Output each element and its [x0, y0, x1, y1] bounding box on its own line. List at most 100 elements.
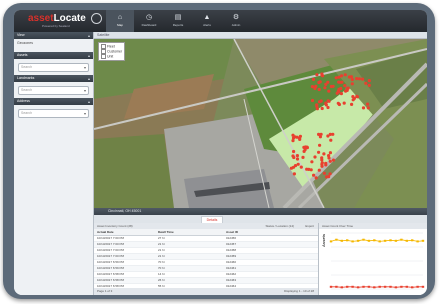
asset-marker[interactable] [322, 152, 326, 156]
asset-marker[interactable] [310, 160, 314, 164]
asset-marker[interactable] [292, 149, 296, 154]
asset-marker[interactable] [350, 77, 354, 82]
chart-point[interactable] [362, 238, 365, 241]
column-header[interactable]: Dwell Time [158, 229, 188, 235]
asset-marker[interactable] [328, 151, 332, 155]
asset-marker[interactable] [318, 143, 322, 147]
asset-marker[interactable] [334, 76, 338, 80]
landmarks-search-input[interactable]: Search ▾ [18, 86, 89, 95]
column-header[interactable]: Actual Date [97, 229, 137, 235]
asset-marker[interactable] [312, 173, 316, 177]
asset-marker[interactable] [350, 102, 354, 106]
chart-point[interactable] [335, 285, 338, 288]
chart-point[interactable] [367, 285, 371, 288]
chart-point[interactable] [356, 286, 360, 289]
asset-marker[interactable] [367, 83, 371, 87]
chart-point[interactable] [335, 238, 338, 241]
nav-tab-admin[interactable]: ⚙ Admin [222, 10, 250, 32]
asset-marker[interactable] [293, 164, 298, 168]
asset-marker[interactable] [301, 155, 305, 159]
assets-search-input[interactable]: Search ▾ [18, 63, 89, 72]
chart-point[interactable] [383, 239, 387, 242]
asset-marker[interactable] [295, 157, 300, 161]
asset-marker[interactable] [317, 150, 321, 154]
asset-marker[interactable] [292, 155, 296, 160]
chart-point[interactable] [400, 285, 403, 288]
chart-point[interactable] [416, 285, 419, 288]
asset-marker[interactable] [289, 166, 293, 170]
asset-marker[interactable] [331, 158, 336, 162]
asset-marker[interactable] [350, 82, 354, 86]
asset-marker[interactable] [328, 132, 332, 136]
chart-point[interactable] [373, 239, 376, 242]
chart-point[interactable] [351, 240, 354, 243]
chart-point[interactable] [400, 238, 403, 241]
asset-marker[interactable] [326, 99, 330, 103]
chart-point[interactable] [378, 285, 381, 288]
asset-marker[interactable] [340, 74, 344, 78]
asset-marker[interactable] [320, 156, 324, 160]
chart-point[interactable] [405, 285, 408, 288]
chart-point[interactable] [378, 240, 381, 243]
chart-point[interactable] [411, 239, 414, 242]
asset-marker[interactable] [347, 75, 351, 79]
chart-point[interactable] [383, 285, 387, 288]
asset-marker[interactable] [325, 175, 329, 179]
asset-marker[interactable] [311, 77, 316, 81]
asset-marker[interactable] [343, 84, 347, 88]
asset-marker[interactable] [317, 87, 321, 92]
asset-marker[interactable] [361, 106, 366, 110]
asset-marker[interactable] [339, 92, 343, 96]
asset-marker[interactable] [329, 84, 333, 89]
page-indicator[interactable]: Page 1 of 3 [97, 288, 112, 295]
chart-point[interactable] [421, 239, 425, 242]
asset-marker[interactable] [292, 172, 296, 176]
asset-marker[interactable] [315, 107, 319, 111]
chart-point[interactable] [389, 285, 392, 288]
chart-point[interactable] [411, 286, 414, 289]
asset-marker[interactable] [324, 161, 328, 165]
chart-point[interactable] [351, 285, 354, 288]
chart-point[interactable] [421, 285, 425, 288]
asset-marker[interactable] [366, 106, 370, 110]
asset-marker[interactable] [310, 98, 315, 103]
sidebar-section-assets-header[interactable]: Assets ▴ [14, 52, 93, 59]
asset-marker[interactable] [329, 138, 333, 142]
asset-marker[interactable] [364, 81, 368, 85]
asset-marker[interactable] [324, 82, 328, 86]
asset-marker[interactable] [328, 159, 332, 163]
asset-marker[interactable] [314, 84, 318, 88]
asset-marker[interactable] [322, 171, 326, 175]
chart-point[interactable] [346, 285, 349, 288]
asset-marker[interactable] [345, 88, 349, 92]
sidebar-section-address-header[interactable]: Address ▴ [14, 98, 93, 105]
nav-tab-map[interactable]: ⌂ Map [106, 10, 134, 32]
satellite-map[interactable]: Fleet Customer Unit [94, 39, 427, 208]
asset-marker[interactable] [307, 167, 311, 171]
legend-item[interactable]: Unit [101, 54, 122, 59]
asset-marker[interactable] [343, 73, 347, 77]
chart-point[interactable] [340, 239, 343, 242]
asset-marker[interactable] [339, 86, 343, 91]
asset-marker[interactable] [319, 132, 323, 136]
nav-tab-reports[interactable]: ▤ Reports [164, 10, 192, 32]
asset-marker[interactable] [291, 133, 295, 137]
asset-marker[interactable] [352, 96, 356, 100]
chart-point[interactable] [373, 286, 376, 289]
chart-point[interactable] [329, 285, 333, 288]
column-header[interactable]: Asset ID [226, 229, 256, 235]
asset-marker[interactable] [310, 85, 314, 89]
sidebar-section-view-header[interactable]: View ▴ [14, 32, 93, 39]
chart-point[interactable] [329, 240, 333, 243]
address-search-input[interactable]: Search ▾ [18, 109, 89, 118]
asset-marker[interactable] [317, 168, 321, 172]
chart-point[interactable] [394, 239, 398, 242]
asset-marker[interactable] [295, 154, 299, 158]
asset-marker[interactable] [337, 102, 341, 107]
chart-point[interactable] [389, 239, 392, 242]
asset-marker[interactable] [314, 176, 318, 180]
asset-marker[interactable] [338, 80, 342, 84]
asset-marker[interactable] [299, 165, 303, 169]
asset-marker[interactable] [355, 77, 359, 81]
asset-marker[interactable] [342, 101, 346, 105]
